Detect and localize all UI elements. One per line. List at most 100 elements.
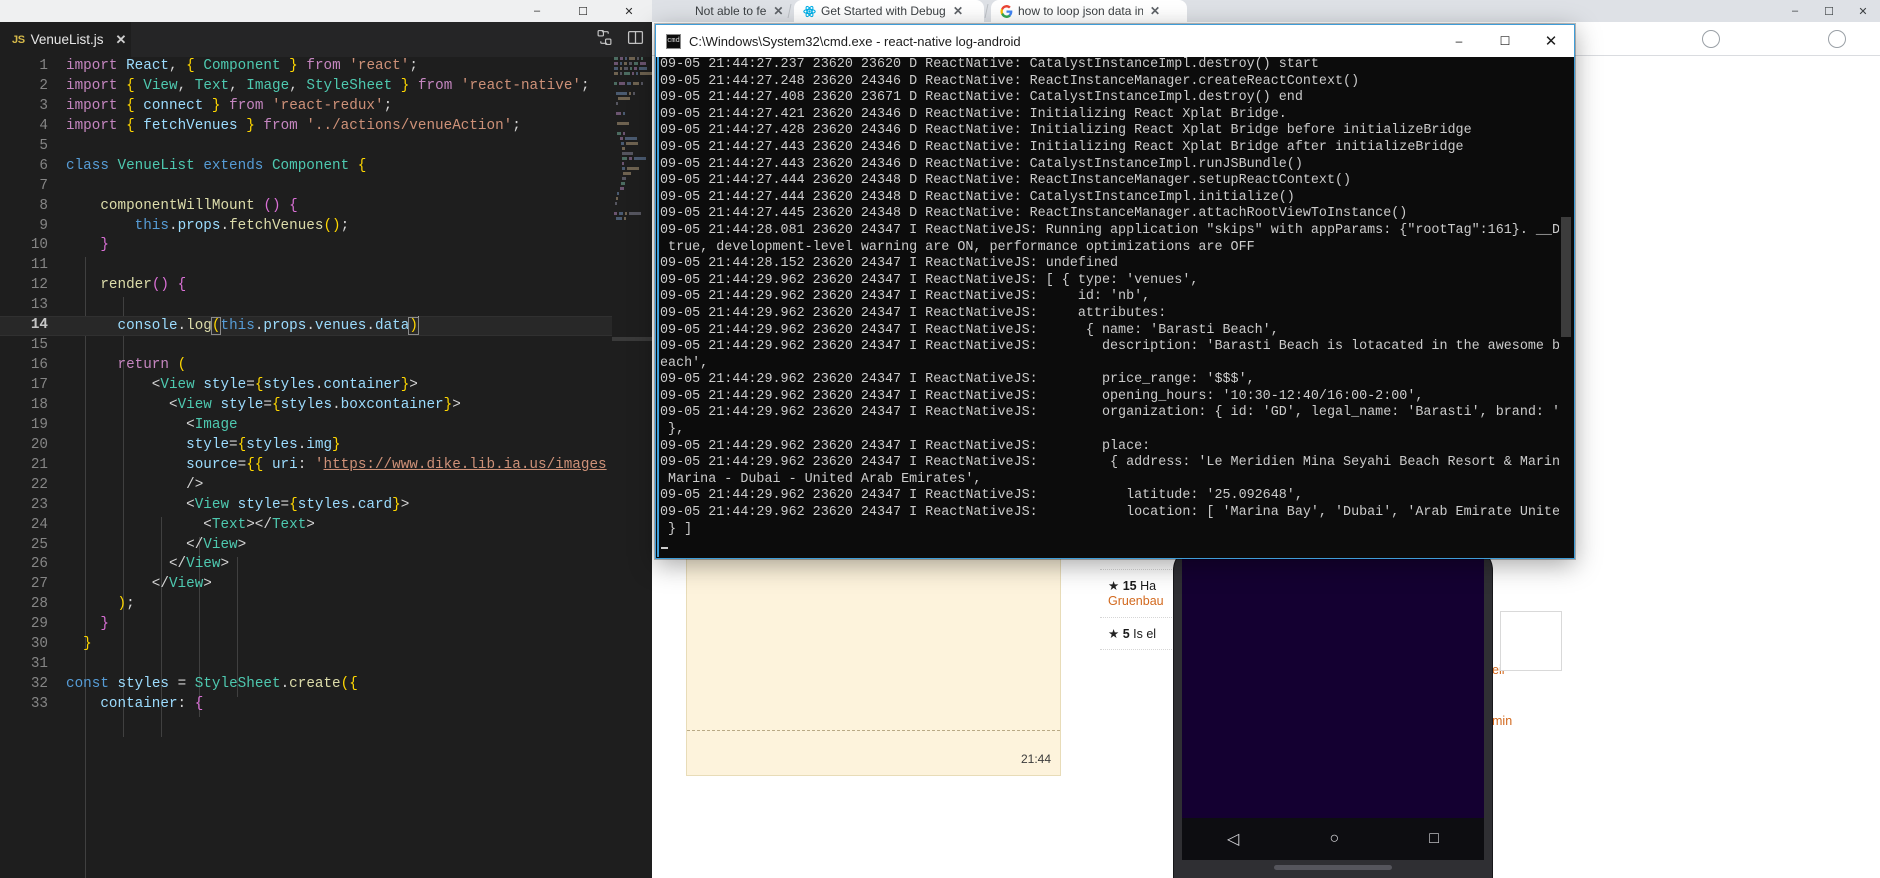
back-icon[interactable]: ◁ bbox=[1227, 829, 1239, 849]
browser-tab-0[interactable]: Not able to fe ✕ bbox=[686, 0, 790, 22]
home-icon[interactable]: ○ bbox=[1329, 830, 1339, 848]
cmd-console-output[interactable]: 09-05 21:44:27.237 23620 23620 D ReactNa… bbox=[657, 57, 1573, 557]
console-line: true, development-level warning are ON, … bbox=[660, 239, 1255, 255]
console-line: 09-05 21:44:29.962 23620 24347 I ReactNa… bbox=[660, 488, 1303, 504]
gear-icon[interactable] bbox=[1702, 30, 1720, 48]
code-line[interactable]: 7 bbox=[0, 177, 612, 197]
console-line: 09-05 21:44:29.962 23620 24347 I ReactNa… bbox=[660, 305, 1167, 321]
code-line[interactable]: 14 console.log(this.props.venues.data) bbox=[0, 316, 612, 337]
code-line[interactable]: 5 bbox=[0, 137, 612, 157]
code-line[interactable]: 21 source={{ uri: 'https://www.dike.lib.… bbox=[0, 456, 612, 476]
open-changes-icon[interactable] bbox=[596, 29, 613, 51]
line-number: 3 bbox=[39, 97, 48, 114]
code-line[interactable]: 4 import { fetchVenues } from '../actions… bbox=[0, 117, 612, 137]
console-line: 09-05 21:44:29.962 23620 24347 I ReactNa… bbox=[660, 289, 1151, 305]
avatar-icon[interactable] bbox=[1828, 30, 1846, 48]
code-line[interactable]: 23 <View style={styles.card}> bbox=[0, 496, 612, 516]
maximize-button[interactable]: ☐ bbox=[560, 0, 606, 22]
code-line[interactable]: 20 style={styles.img} bbox=[0, 436, 612, 456]
vscode-title-bar: ‒ ☐ ✕ bbox=[0, 0, 652, 22]
close-button[interactable]: ✕ bbox=[1528, 25, 1574, 57]
code-text: this.props.fetchVenues(); bbox=[134, 217, 350, 234]
code-text: render() { bbox=[100, 277, 187, 294]
minimap-row bbox=[612, 162, 652, 166]
code-line[interactable]: 19 <Image bbox=[0, 416, 612, 436]
code-text: <Image bbox=[186, 416, 238, 433]
emulator-app-screen[interactable] bbox=[1182, 556, 1484, 818]
minimap-row bbox=[612, 202, 652, 206]
code-line[interactable]: 29 } bbox=[0, 615, 612, 635]
maximize-button[interactable]: ☐ bbox=[1812, 5, 1846, 18]
code-line[interactable]: 8 componentWillMount () { bbox=[0, 197, 612, 217]
code-line[interactable]: 22 /> bbox=[0, 476, 612, 496]
cmd-icon: cmd bbox=[666, 33, 681, 49]
cmd-window[interactable]: cmd C:\Windows\System32\cmd.exe - react-… bbox=[655, 24, 1575, 559]
code-line[interactable]: 6 class VenueList extends Component { bbox=[0, 157, 612, 177]
vote-count: 15 bbox=[1122, 578, 1137, 593]
code-line[interactable]: 16 return ( bbox=[0, 356, 612, 376]
code-line[interactable]: 1 import React, { Component } from 'react… bbox=[0, 57, 612, 77]
code-line[interactable]: 15 bbox=[0, 336, 612, 356]
minimap-row bbox=[612, 82, 652, 86]
minimap-row bbox=[612, 57, 652, 61]
code-line[interactable]: 32 const styles = StyleSheet.create({ bbox=[0, 675, 612, 695]
code-line[interactable]: 9 this.props.fetchVenues(); bbox=[0, 217, 612, 237]
minimize-button[interactable]: ‒ bbox=[514, 0, 560, 22]
minimize-button[interactable]: ‒ bbox=[1778, 5, 1812, 17]
console-line: 09-05 21:44:27.444 23620 24348 D ReactNa… bbox=[660, 173, 1352, 189]
scrollbar-thumb[interactable] bbox=[1561, 217, 1571, 337]
line-number: 22 bbox=[30, 476, 48, 493]
code-text: import { View, Text, Image, StyleSheet }… bbox=[66, 77, 590, 94]
code-line[interactable]: 24 <Text></Text> bbox=[0, 516, 612, 536]
close-button[interactable]: ✕ bbox=[606, 0, 652, 22]
code-line[interactable]: 26 </View> bbox=[0, 555, 612, 575]
editor-minimap[interactable] bbox=[612, 57, 652, 878]
minimize-button[interactable]: ‒ bbox=[1436, 25, 1482, 57]
code-line[interactable]: 2 import { View, Text, Image, StyleSheet … bbox=[0, 77, 612, 97]
code-line[interactable]: 10 } bbox=[0, 236, 612, 256]
code-text: ); bbox=[117, 596, 135, 613]
close-button[interactable]: ✕ bbox=[1846, 5, 1880, 18]
line-number: 7 bbox=[39, 177, 48, 194]
code-line[interactable]: 18 <View style={styles.boxcontainer}> bbox=[0, 396, 612, 416]
code-line[interactable]: 17 <View style={styles.container}> bbox=[0, 376, 612, 396]
browser-tab-1[interactable]: Get Started with Debugg ✕ bbox=[794, 0, 984, 22]
console-line: 09-05 21:44:27.237 23620 23620 D ReactNa… bbox=[660, 57, 1319, 72]
code-text: } bbox=[100, 237, 109, 254]
line-number: 11 bbox=[30, 257, 48, 274]
cmd-title-bar[interactable]: cmd C:\Windows\System32\cmd.exe - react-… bbox=[656, 25, 1574, 57]
timestamp: 21:44 bbox=[1020, 752, 1051, 766]
cmd-scrollbar[interactable] bbox=[1559, 57, 1573, 557]
code-line[interactable]: 11 bbox=[0, 256, 612, 276]
browser-tab-2[interactable]: how to loop json data in ✕ bbox=[991, 0, 1187, 22]
close-icon[interactable]: ✕ bbox=[953, 4, 963, 18]
minimap-viewport[interactable] bbox=[612, 337, 652, 341]
minimap-row bbox=[612, 72, 652, 76]
code-text: return ( bbox=[117, 357, 187, 374]
code-line[interactable]: 30 } bbox=[0, 635, 612, 655]
split-editor-icon[interactable] bbox=[627, 29, 644, 51]
close-icon[interactable]: ✕ bbox=[1150, 4, 1160, 18]
line-number: 16 bbox=[30, 357, 48, 374]
recents-icon[interactable]: □ bbox=[1429, 830, 1439, 848]
code-line[interactable]: 25 </View> bbox=[0, 536, 612, 556]
code-line[interactable]: 31 bbox=[0, 655, 612, 675]
close-icon[interactable]: ✕ bbox=[773, 4, 783, 18]
vscode-window[interactable]: ‒ ☐ ✕ JS VenueList.js ✕ 1 import React, … bbox=[0, 0, 652, 878]
minimap-row bbox=[612, 122, 652, 126]
line-number: 20 bbox=[30, 436, 48, 453]
code-line[interactable]: 33 container: { bbox=[0, 695, 612, 715]
maximize-button[interactable]: ☐ bbox=[1482, 25, 1528, 57]
line-number: 25 bbox=[30, 536, 48, 553]
code-line[interactable]: 13 bbox=[0, 296, 612, 316]
code-line[interactable]: 12 render() { bbox=[0, 276, 612, 296]
code-line[interactable]: 3 import { connect } from 'react-redux'; bbox=[0, 97, 612, 117]
code-editor[interactable]: 1 import React, { Component } from 'react… bbox=[0, 57, 612, 878]
minimap-row bbox=[612, 192, 652, 196]
close-icon[interactable]: ✕ bbox=[115, 32, 126, 48]
editor-tab-venuelist[interactable]: JS VenueList.js ✕ bbox=[0, 22, 131, 57]
android-emulator[interactable]: ◁ ○ □ bbox=[1174, 548, 1492, 878]
code-line[interactable]: 27 </View> bbox=[0, 575, 612, 595]
code-line[interactable]: 28 ); bbox=[0, 595, 612, 615]
vote-count: 5 bbox=[1122, 626, 1130, 641]
